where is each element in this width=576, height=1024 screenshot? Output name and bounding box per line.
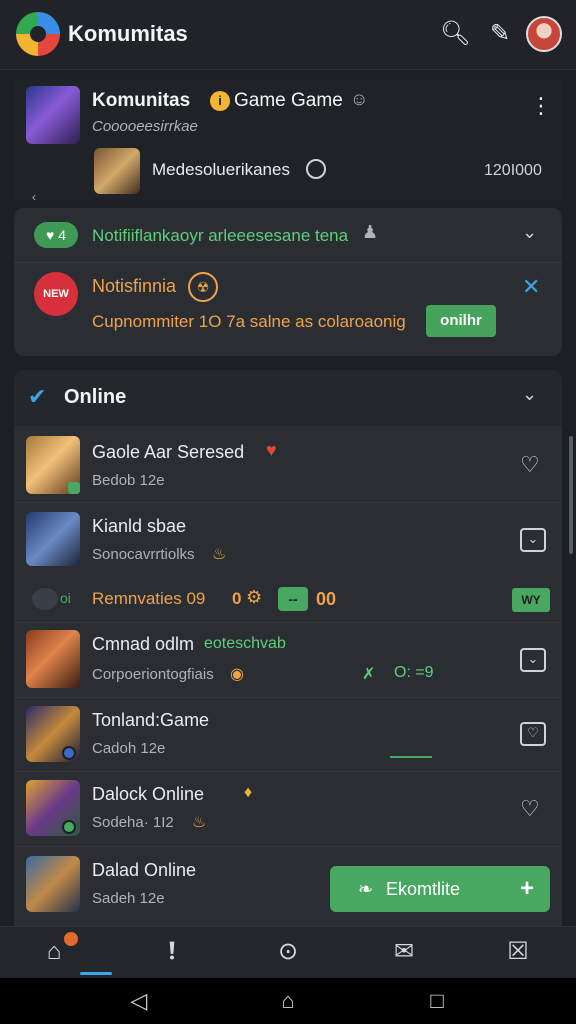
notification-dot	[64, 932, 78, 946]
collapse-icon[interactable]: ‹	[32, 190, 36, 204]
close-icon[interactable]: ✕	[522, 274, 540, 300]
divider	[14, 846, 562, 847]
reminder-count-b: 00	[316, 589, 337, 609]
list-item-subtitle: Sodeha· 1I2	[92, 814, 174, 831]
info-icon: i	[210, 91, 230, 111]
user-avatar[interactable]	[26, 856, 80, 912]
reminder-label: Remnvaties 09	[92, 589, 206, 608]
divider	[14, 697, 562, 698]
user-avatar[interactable]	[26, 512, 80, 566]
list-item-subtitle: Sonocavrrtiolks	[92, 546, 195, 563]
community-subtitle: Cooooeesirrkae	[92, 118, 198, 135]
list-item-tag: eoteschvab	[204, 635, 286, 652]
profile-avatar[interactable]	[526, 16, 562, 52]
app-logo-icon	[16, 12, 60, 56]
list-item-subtitle: Cadoh 12e	[92, 740, 166, 757]
notification-body: Cupnommiter 1O 7a salne as colaroaonig	[92, 312, 406, 331]
likes-pill[interactable]: ♥ 4	[34, 222, 78, 248]
check-icon: ✔	[28, 384, 47, 409]
list-item-name[interactable]: Gaole Aar Seresed	[92, 442, 244, 463]
community-title: Komunitas	[92, 90, 191, 111]
divider	[14, 502, 562, 503]
compose-icon[interactable]: ✎	[486, 20, 514, 48]
reminder-pill[interactable]: --	[278, 587, 308, 611]
confirm-button[interactable]: onilhr	[426, 305, 496, 337]
square-chevron-icon[interactable]: ⌄	[520, 528, 546, 552]
plus-icon: +	[520, 875, 535, 902]
eye-icon	[32, 588, 58, 610]
member-name[interactable]: Medesoluerikanes	[152, 160, 290, 180]
list-item-subtitle: Sadeh 12e	[92, 890, 165, 907]
row-meta-b: O: =9	[394, 664, 434, 681]
list-item-subtitle: Corpoeriontogfiais	[92, 666, 214, 683]
list-item-name[interactable]: Kianld sbae	[92, 516, 186, 537]
alert-icon[interactable]: ❗︎	[156, 936, 188, 968]
divider	[14, 771, 562, 772]
heart-outline-icon[interactable]: ♡	[520, 452, 540, 478]
reminder-count: 0	[232, 589, 242, 608]
list-item-name[interactable]: Dalad Online	[92, 860, 196, 881]
back-icon[interactable]: ◁	[126, 988, 152, 1014]
notification-line: Notifiiflankaoyr arleeesesane tena	[92, 226, 349, 245]
online-status-icon	[62, 820, 76, 834]
community-thumbnail	[26, 86, 80, 144]
headset-icon[interactable]: ⊙	[272, 936, 304, 968]
app-title: Komumitas	[68, 21, 188, 46]
trophy-icon: ♦	[244, 784, 253, 801]
heart-outline-icon[interactable]: ♡	[520, 796, 540, 822]
member-avatar[interactable]	[94, 148, 140, 194]
reminder-tag[interactable]: WY	[512, 588, 550, 612]
user-icon: ♟	[362, 222, 379, 242]
verified-icon	[62, 746, 76, 760]
gear-icon: ⚙	[246, 587, 263, 607]
flame-icon: ♨	[192, 814, 207, 831]
list-item-name[interactable]: Dalock Online	[92, 784, 204, 805]
divider	[14, 622, 562, 623]
moderator-icon: ☺	[350, 89, 369, 109]
square-chevron-icon[interactable]: ⌄	[520, 648, 546, 672]
online-status-icon	[68, 482, 80, 494]
online-header-label: Online	[64, 386, 127, 408]
row-meta-a: ✗	[362, 666, 376, 683]
more-options-icon[interactable]: ⋮	[530, 95, 552, 117]
alert-badge: NEW	[34, 272, 78, 316]
flame-icon: ♨	[212, 546, 227, 563]
chevron-down-icon[interactable]: ⌄	[522, 384, 537, 405]
lock-icon[interactable]: ☒	[502, 936, 534, 968]
eye-label-icon: oi	[60, 590, 71, 606]
status-icon	[306, 159, 326, 179]
chevron-down-icon[interactable]: ⌄	[522, 222, 537, 243]
progress-indicator	[390, 756, 432, 758]
heart-icon: ♥	[266, 440, 277, 460]
list-item-name[interactable]: Tonland:Game	[92, 710, 209, 731]
leaf-icon: ❧	[358, 879, 374, 899]
divider	[14, 262, 562, 263]
create-fab-button[interactable]: ❧ Ekomtlite +	[330, 866, 550, 912]
member-count: 120I000	[484, 162, 542, 179]
list-item-name[interactable]: Cmnad odlm	[92, 634, 194, 655]
active-tab-indicator	[80, 972, 112, 975]
coin-icon: ◉	[230, 666, 244, 683]
fab-label: Ekomtlite	[386, 879, 461, 899]
notification-title: Notisfinnia	[92, 276, 177, 296]
recents-icon[interactable]: □	[424, 988, 450, 1014]
scrollbar[interactable]	[569, 436, 573, 554]
chat-icon[interactable]: ✉	[388, 936, 420, 968]
list-item-subtitle: Bedob 12e	[92, 472, 165, 489]
community-title-suffix: Game Game	[234, 90, 343, 111]
square-heart-icon[interactable]: ♡	[520, 722, 546, 746]
home-system-icon[interactable]: ⌂	[275, 988, 301, 1014]
search-icon[interactable]: 🔍︎	[440, 20, 470, 48]
warning-icon: ☢	[188, 272, 218, 302]
user-avatar[interactable]	[26, 630, 80, 688]
